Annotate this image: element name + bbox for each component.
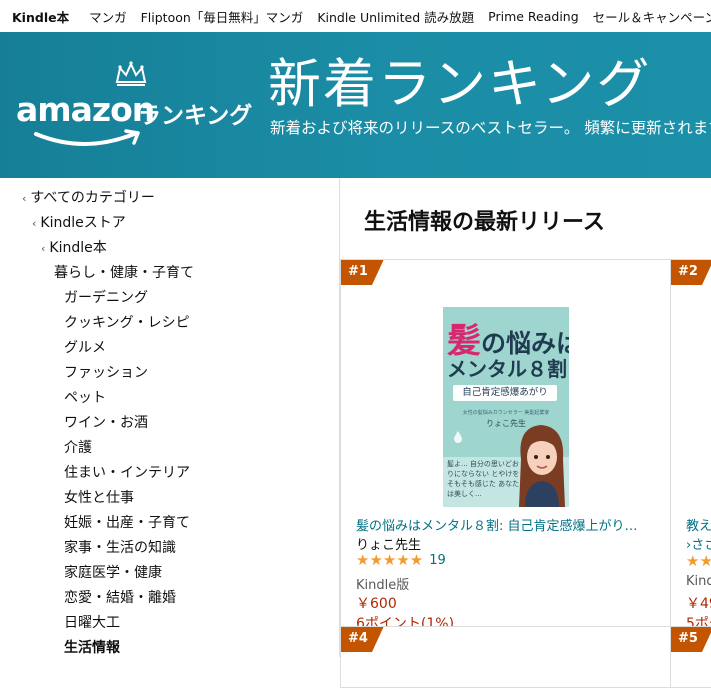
- nav-sale-campaign[interactable]: セール＆キャンペーン: [593, 7, 711, 26]
- brand-amazon-text: amazon: [16, 90, 155, 129]
- product-card-5[interactable]: #5: [670, 626, 711, 688]
- book-format: Kind: [686, 574, 711, 589]
- nav-kindle-unlimited[interactable]: Kindle Unlimited 読み放題: [317, 7, 474, 26]
- top-nav: Kindle本 マンガ Fliptoon「毎日無料」マンガ Kindle Unl…: [0, 0, 711, 33]
- book-cover-image[interactable]: 髪の悩みは メンタル８割 自己肯定感爆あがり 女性の髪悩みカウンセラー 美髪起業…: [443, 307, 569, 507]
- category-love-marriage[interactable]: 恋愛・結婚・離婚: [64, 587, 176, 607]
- category-home-medicine[interactable]: 家庭医学・健康: [64, 562, 162, 582]
- banner-subtitle: 新着および将来のリリースのベストセラー。 頻繁に更新されます。: [270, 119, 711, 137]
- book-title-link[interactable]: 教え: [686, 515, 711, 534]
- cover-tagline: 女性の髪悩みカウンセラー 美髪起業家: [462, 410, 550, 416]
- amazon-smile-icon: [34, 129, 140, 146]
- author-illustration: [519, 425, 565, 507]
- category-wine[interactable]: ワイン・お酒: [64, 412, 148, 432]
- banner-title: 新着ランキング: [268, 54, 652, 115]
- product-card-4[interactable]: #4: [340, 626, 671, 688]
- book-points: 5ポー: [686, 616, 711, 627]
- rank-badge: #4: [341, 627, 384, 652]
- chevron-left-icon: ‹: [32, 217, 37, 230]
- drop-icon: [454, 431, 462, 443]
- nav-kindle-books[interactable]: Kindle本: [12, 7, 69, 26]
- ranking-banner: amazon ランキング 新着ランキング 新着および将来のリリースのベストセラー…: [0, 32, 711, 178]
- book-price: ￥600: [356, 596, 397, 612]
- brand-ranking-text: ランキング: [138, 103, 253, 129]
- book-points: 6ポイント(1%): [356, 616, 455, 627]
- star-icons: ★★★★★: [356, 551, 424, 569]
- chevron-left-icon: ‹: [22, 192, 27, 205]
- category-gourmet[interactable]: グルメ: [64, 337, 106, 357]
- cover-title-line2: メンタル８割: [447, 357, 567, 381]
- category-interior[interactable]: 住まい・インテリア: [64, 462, 190, 482]
- category-cooking[interactable]: クッキング・レシピ: [64, 312, 190, 332]
- nav-prime-reading[interactable]: Prime Reading: [488, 9, 579, 24]
- category-care[interactable]: 介護: [64, 437, 92, 457]
- book-format: Kindle版: [356, 578, 410, 593]
- category-kindle-books[interactable]: ‹ Kindle本: [41, 237, 107, 257]
- rank-badge: #5: [671, 627, 711, 652]
- book-title-link[interactable]: 髪の悩みはメンタル８割: 自己肯定感爆上がり…: [356, 515, 656, 534]
- category-fashion[interactable]: ファッション: [64, 362, 148, 382]
- product-card-2[interactable]: #2 教え ›ささ ★★ Kind ￥49 5ポー: [670, 259, 711, 627]
- category-pets[interactable]: ペット: [64, 387, 106, 407]
- star-rating[interactable]: ★★★★★ 19: [356, 552, 446, 568]
- chevron-left-icon: ‹: [41, 242, 46, 255]
- product-card-1[interactable]: #1 髪の悩みは メンタル８割 自己肯定感爆あがり 女性の髪悩みカウンセラー 美…: [340, 259, 671, 627]
- category-kindle-store[interactable]: ‹ Kindleストア: [32, 212, 126, 232]
- review-count[interactable]: 19: [429, 553, 446, 568]
- category-life-info-selected[interactable]: 生活情報: [64, 637, 120, 657]
- crown-icon: [115, 61, 147, 86]
- cover-title-line3: 自己肯定感爆あがり: [453, 385, 557, 401]
- book-price: ￥49: [686, 596, 711, 612]
- rank-badge: #2: [671, 260, 711, 285]
- book-subtitle[interactable]: ›ささ: [686, 534, 711, 553]
- category-gardening[interactable]: ガーデニング: [64, 287, 148, 307]
- category-housework[interactable]: 家事・生活の知識: [64, 537, 176, 557]
- star-icons: ★★: [686, 552, 711, 570]
- nav-fliptoon[interactable]: Fliptoon「毎日無料」マンガ: [141, 7, 304, 26]
- rank-badge: #1: [341, 260, 384, 285]
- category-all[interactable]: ‹ すべてのカテゴリー: [22, 187, 155, 207]
- amazon-ranking-logo[interactable]: amazon ランキング: [16, 61, 256, 160]
- nav-manga[interactable]: マンガ: [89, 7, 127, 26]
- category-diy[interactable]: 日曜大工: [64, 612, 120, 632]
- category-parenting[interactable]: 妊娠・出産・子育て: [64, 512, 190, 532]
- section-title: 生活情報の最新リリース: [364, 210, 605, 235]
- category-living[interactable]: 暮らし・健康・子育て: [54, 262, 194, 282]
- category-women-work[interactable]: 女性と仕事: [64, 487, 134, 507]
- ranking-content: 生活情報の最新リリース #1 髪の悩みは メンタル８割 自己肯定感爆あがり 女性…: [339, 178, 711, 688]
